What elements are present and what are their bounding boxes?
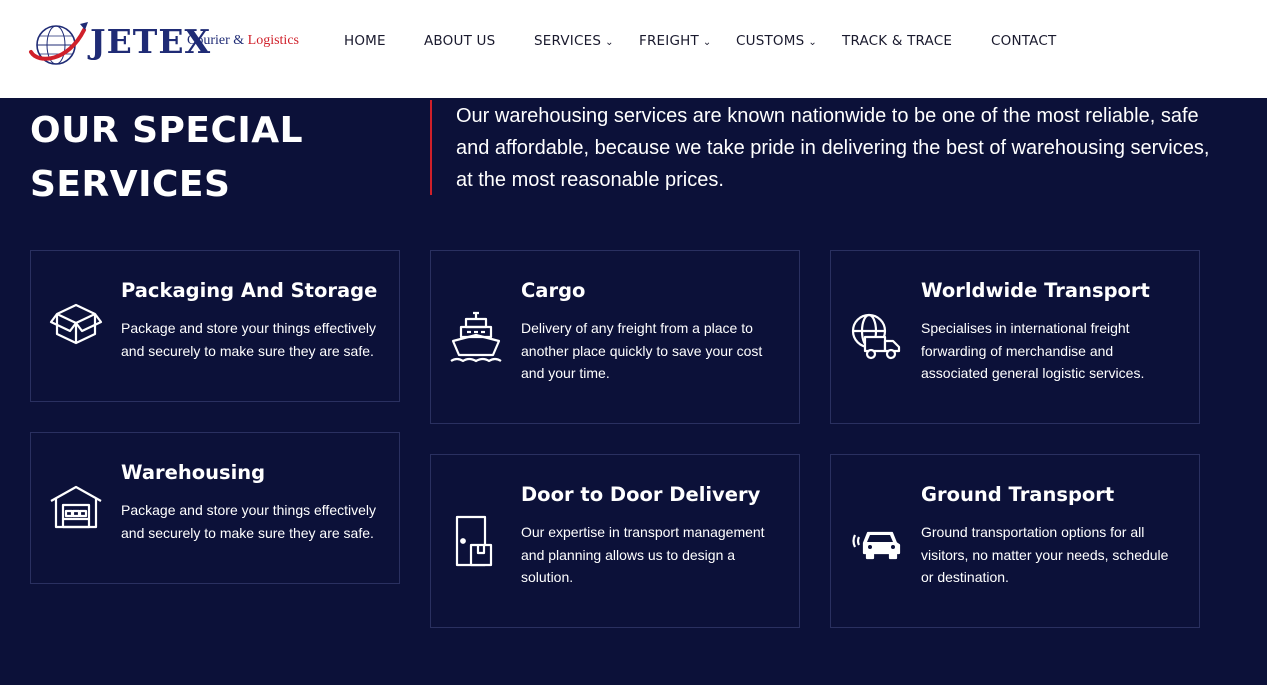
service-description: Ground transportation options for all vi… [921,524,1169,585]
nav-freight[interactable]: FREIGHT ⌄ [639,33,712,49]
brand-tagline: Courier & Logistics [187,33,299,48]
warehouse-icon [49,481,103,535]
globe-truck-icon [849,311,903,365]
service-card-worldwide-transport[interactable]: Worldwide Transport Specialises in inter… [830,250,1200,424]
brand-logo[interactable]: JETEX Courier & Logistics [28,16,308,68]
package-box-icon [49,296,103,350]
nav-home[interactable]: HOME [344,33,386,49]
section-title: OUR SPECIAL SERVICES [30,110,304,205]
chevron-down-icon: ⌄ [702,37,712,48]
section-intro: Our warehousing services are known natio… [456,105,1210,191]
service-card-ground-transport[interactable]: Ground Transport Ground transportation o… [830,454,1200,628]
service-title: Packaging And Storage [121,279,378,302]
service-card-warehousing[interactable]: Warehousing Package and store your thing… [30,432,400,584]
site-header: JETEX Courier & Logistics HOME ABOUT US … [0,0,1267,98]
service-card-packaging[interactable]: Packaging And Storage Package and store … [30,250,400,402]
door-package-icon [449,513,503,567]
nav-contact[interactable]: CONTACT [991,33,1056,49]
nav-services[interactable]: SERVICES ⌄ [534,33,614,49]
globe-logo-icon [29,22,88,65]
service-title: Ground Transport [921,483,1115,506]
nav-customs[interactable]: CUSTOMS ⌄ [736,33,817,49]
service-card-cargo[interactable]: Cargo Delivery of any freight from a pla… [430,250,800,424]
chevron-down-icon: ⌄ [605,37,614,48]
service-title: Worldwide Transport [921,279,1150,302]
chevron-down-icon: ⌄ [808,37,817,48]
service-title: Cargo [521,279,586,302]
nav-about-us[interactable]: ABOUT US [424,33,495,49]
service-description: Our expertise in transport management an… [521,524,765,585]
service-title: Warehousing [121,461,266,484]
service-card-door-to-door[interactable]: Door to Door Delivery Our expertise in t… [430,454,800,628]
nav-track-trace[interactable]: TRACK & TRACE [842,33,952,49]
accent-divider [430,100,432,195]
service-description: Delivery of any freight from a place to … [521,320,763,381]
service-description: Package and store your things effectivel… [121,320,377,359]
ship-icon [449,309,503,363]
service-description: Package and store your things effectivel… [121,502,377,541]
car-signal-icon [849,515,903,569]
service-title: Door to Door Delivery [521,483,761,506]
service-description: Specialises in international freight for… [921,320,1145,381]
